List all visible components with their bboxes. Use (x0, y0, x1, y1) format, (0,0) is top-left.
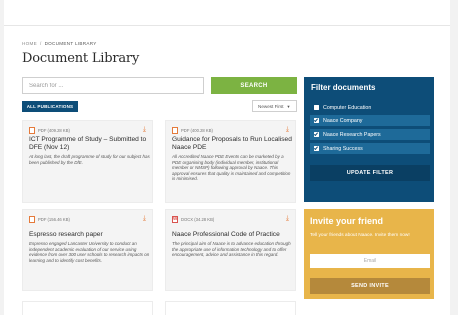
sort-select-value: Newest First (258, 103, 284, 109)
document-card[interactable]: PDF (156.46 KB) ⤓ Espresso research pape… (22, 209, 153, 291)
chevron-down-icon: ▼ (286, 103, 291, 109)
document-description: At long last, the draft programme of stu… (29, 154, 150, 165)
document-card[interactable]: DOCX (34.28 KB) ⤓ Naace Professional Cod… (165, 209, 296, 291)
document-title[interactable]: Naace Professional Code of Practice (172, 231, 294, 239)
send-invite-button[interactable]: SEND INVITE (310, 278, 430, 294)
sort-select[interactable]: Newest First ▼ (252, 100, 297, 112)
breadcrumb-separator: / (39, 41, 42, 46)
filter-heading: Filter documents (311, 83, 376, 92)
download-icon[interactable]: ⤓ (143, 126, 146, 133)
filter-item-sharing-success[interactable]: Sharing Success (310, 143, 430, 154)
filter-item-label: Naace Company (323, 117, 363, 124)
all-publications-button[interactable]: ALL PUBLICATIONS (22, 101, 78, 112)
document-title[interactable]: Guidance for Proposals to Run Localised … (172, 136, 294, 151)
file-type-label: PDF (156.46 KB) (38, 217, 70, 222)
download-icon[interactable]: ⤓ (286, 215, 289, 222)
breadcrumb-current: DOCUMENT LIBRARY (44, 41, 97, 46)
checkbox-icon[interactable] (314, 132, 319, 137)
filter-item-computer-education[interactable]: Computer Education (310, 102, 430, 113)
file-type-label: DOCX (34.28 KB) (181, 217, 215, 222)
pdf-file-icon (29, 216, 35, 223)
download-icon[interactable]: ⤓ (143, 215, 146, 222)
document-title[interactable]: Espresso research paper (29, 231, 151, 239)
filter-item-naace-company[interactable]: Naace Company (310, 115, 430, 126)
search-input[interactable] (22, 77, 204, 94)
pdf-file-icon (29, 127, 35, 134)
breadcrumb: HOME / DOCUMENT LIBRARY (22, 41, 97, 46)
word-document-icon (172, 216, 178, 223)
file-type: PDF (156.46 KB) (29, 216, 70, 223)
checkbox-icon[interactable] (314, 146, 319, 151)
page-title: Document Library (22, 51, 140, 66)
checkbox-icon[interactable] (314, 105, 319, 110)
filter-item-naace-research-papers[interactable]: Naace Research Papers (310, 129, 430, 140)
filter-panel: Filter documents Computer Education Naac… (304, 77, 434, 202)
file-type: DOCX (34.28 KB) (172, 216, 214, 223)
filter-item-label: Sharing Success (323, 145, 363, 152)
email-field[interactable] (310, 254, 430, 268)
file-type: PDF (400.28 KB) (172, 127, 213, 134)
document-card[interactable]: PDF (400.28 KB) ⤓ Guidance for Proposals… (165, 120, 296, 203)
document-card[interactable] (22, 301, 153, 315)
document-title[interactable]: ICT Programme of Study – Submitted to DF… (29, 136, 151, 151)
invite-text: Tell your friends about Naace. Invite th… (310, 233, 410, 238)
document-card[interactable] (165, 301, 296, 315)
file-type-label: PDF (400.28 KB) (181, 128, 213, 133)
page: HOME / DOCUMENT LIBRARY Document Library S… (4, 0, 450, 315)
pdf-file-icon (172, 127, 178, 134)
search-button[interactable]: SEARCH (211, 77, 297, 94)
top-navigation-bar (4, 0, 450, 26)
download-icon[interactable]: ⤓ (286, 126, 289, 133)
filter-item-label: Computer Education (323, 104, 372, 111)
document-card[interactable]: PDF (409.28 KB) ⤓ ICT Programme of Study… (22, 120, 153, 203)
document-description: The principal aim of Naace is to advance… (172, 241, 291, 257)
breadcrumb-home[interactable]: HOME (22, 41, 37, 46)
invite-panel: Invite your friend Tell your friends abo… (304, 209, 434, 299)
file-type: PDF (409.28 KB) (29, 127, 70, 134)
file-type-label: PDF (409.28 KB) (38, 128, 70, 133)
invite-heading: Invite your friend (310, 216, 384, 226)
checkbox-icon[interactable] (314, 118, 319, 123)
filter-item-label: Naace Research Papers (323, 131, 381, 138)
update-filter-button[interactable]: UPDATE FILTER (310, 165, 430, 181)
document-description: All Accredited Naace PDE Events can be m… (172, 154, 291, 181)
document-description: Espresso engaged Lancaster University to… (29, 241, 150, 263)
